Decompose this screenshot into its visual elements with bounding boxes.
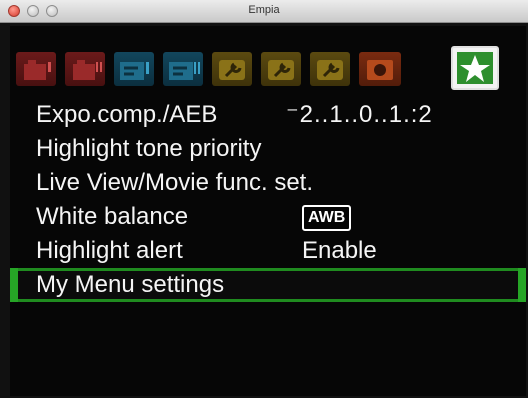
menu-item-expo-comp-aeb[interactable]: Expo.comp./AEB ⁻2..1..0..1.:2	[10, 98, 526, 132]
menu-item-live-view-movie[interactable]: Live View/Movie func. set.	[10, 166, 526, 200]
tab-shooting-2[interactable]	[65, 52, 105, 86]
highlight-alert-value: Enable	[302, 237, 377, 264]
window-titlebar: Empia	[0, 0, 528, 23]
menu-tabs	[10, 26, 526, 98]
window-title: Empia	[248, 4, 280, 16]
setup-tab-icon	[169, 62, 200, 80]
selection-marker-right	[518, 268, 526, 302]
menu-item-highlight-alert[interactable]: Highlight alert Enable	[10, 234, 526, 268]
tab-setup-3[interactable]	[310, 52, 350, 86]
menu-item-label: Highlight alert	[36, 237, 183, 264]
playback-tab-icon	[367, 60, 393, 80]
tab-shooting-4[interactable]	[163, 52, 203, 86]
tab-shooting-1[interactable]	[16, 52, 56, 86]
wrench-tab-icon	[219, 60, 245, 80]
tab-my-menu[interactable]	[451, 46, 499, 90]
white-balance-value: AWB	[302, 200, 352, 234]
selection-marker-left	[10, 268, 18, 302]
menu-item-highlight-tone-priority[interactable]: Highlight tone priority	[10, 132, 526, 166]
aeb-scale-value: ⁻2..1..0..1.:2	[286, 101, 433, 128]
app-window: Empia Expo.comp./AEB ⁻2..1..0..1.:2 High…	[0, 0, 528, 398]
tab-playback[interactable]	[359, 52, 401, 86]
menu-item-label: Highlight tone priority	[36, 135, 262, 162]
tab-setup-2[interactable]	[261, 52, 301, 86]
camera-tab-icon	[24, 60, 51, 80]
awb-badge: AWB	[302, 205, 352, 231]
camera-tab-icon	[73, 60, 102, 80]
menu-item-label: White balance	[36, 203, 189, 230]
menu-item-white-balance[interactable]: White balance AWB	[10, 200, 526, 234]
setup-tab-icon	[120, 62, 149, 80]
menu-item-label: My Menu settings	[36, 271, 225, 298]
menu-item-my-menu-settings[interactable]: My Menu settings	[10, 268, 526, 302]
wrench-tab-icon	[268, 60, 294, 80]
tab-setup-1[interactable]	[212, 52, 252, 86]
menu-item-label: Expo.comp./AEB	[36, 101, 218, 128]
star-icon	[457, 52, 493, 84]
menu-item-label: Live View/Movie func. set.	[36, 169, 314, 196]
camera-menu-screen: Expo.comp./AEB ⁻2..1..0..1.:2 Highlight …	[10, 26, 526, 396]
tab-shooting-3[interactable]	[114, 52, 154, 86]
wrench-tab-icon	[317, 60, 343, 80]
